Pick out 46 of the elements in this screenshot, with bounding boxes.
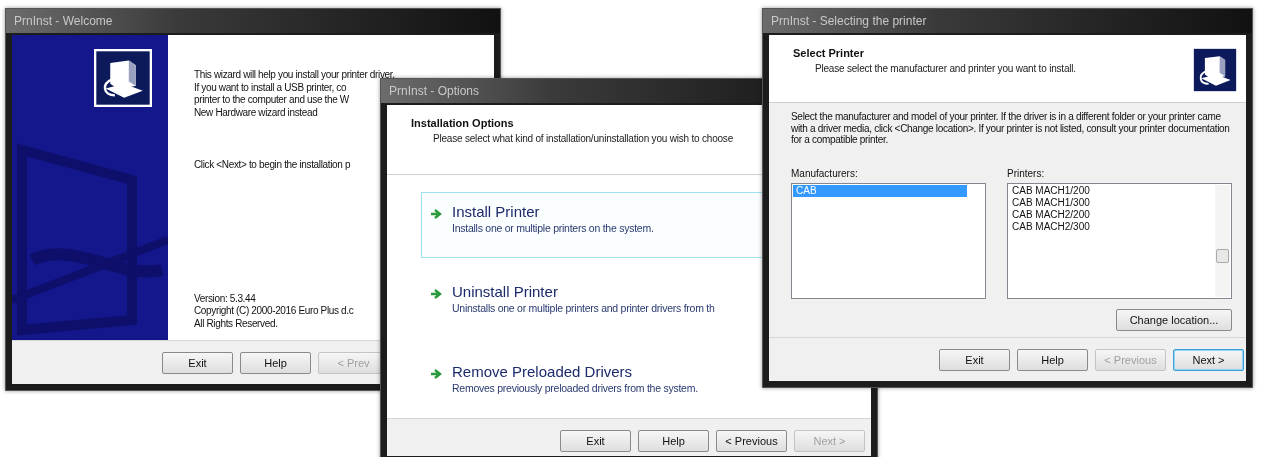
instruction-text: Click <Next> to begin the installation p bbox=[194, 159, 351, 172]
wizard-button[interactable]: Next > bbox=[1173, 348, 1244, 371]
printer-icon bbox=[1192, 47, 1238, 93]
option-title: Install Printer bbox=[452, 203, 541, 220]
printers-list[interactable]: CAB MACH1/200 CAB MACH1/300 CAB MACH2/200 CAB MACH2/300 bbox=[1007, 182, 1232, 299]
window-title: PrnInst - Welcome bbox=[14, 14, 113, 28]
option-description: Removes previously preloaded drivers from the system. bbox=[452, 382, 698, 394]
option-description: Uninstalls one or multiple printers and printer drivers from th bbox=[452, 302, 715, 314]
copyright-text: Copyright (C) 2000-2016 Euro Plus d.c bbox=[194, 305, 354, 318]
page-subheading: Please select the manufacturer and printer you want to install. bbox=[814, 63, 1076, 74]
wizard-button[interactable]: Help bbox=[638, 429, 709, 452]
list-item[interactable]: CAB MACH1/200 bbox=[1009, 184, 1213, 197]
window-title: PrnInst - Options bbox=[389, 84, 480, 98]
option-title: Uninstall Printer bbox=[452, 283, 559, 300]
install-option[interactable]: Remove Preloaded Drivers Removes previously preloaded drivers from the system. bbox=[421, 352, 871, 418]
page-heading: Installation Options bbox=[411, 117, 514, 129]
version-text: Version: 5.3.44 bbox=[194, 292, 256, 305]
wizard-button[interactable]: < Previous bbox=[716, 429, 787, 452]
wizard-button[interactable]: Exit bbox=[939, 348, 1010, 371]
instructions-text: Select the manufacturer and model of your printer. If the driver is in a different folder or your printer came with a driver media, click <Change location>. If your printer is not listed, consult your printer documentation for a compatible printer. bbox=[791, 111, 1231, 146]
arrow-icon bbox=[430, 368, 442, 380]
wizard-button[interactable]: Exit bbox=[560, 429, 631, 452]
list-item[interactable]: CAB MACH2/200 bbox=[1009, 208, 1213, 221]
page-subheading: Please select what kind of installation/uninstallation you wish to choose bbox=[432, 133, 734, 144]
option-description: Installs one or multiple printers on the system. bbox=[452, 222, 654, 234]
window-title: PrnInst - Selecting the printer bbox=[771, 14, 927, 28]
list-label: Printers: bbox=[1007, 167, 1046, 179]
wizard-button[interactable]: Help bbox=[240, 351, 311, 374]
wizard-button[interactable]: Help bbox=[1017, 348, 1088, 371]
list-item[interactable]: CAB MACH2/300 bbox=[1009, 220, 1213, 233]
intro-text: This wizard will help you install your printer driver. bbox=[194, 69, 395, 82]
page-heading: Select Printer bbox=[793, 47, 864, 59]
intro-text: printer to the computer and use the W bbox=[194, 94, 349, 107]
change-location-button[interactable]: Change location... bbox=[1116, 308, 1232, 331]
printer-icon bbox=[94, 49, 152, 107]
intro-text: New Hardware wizard instead bbox=[194, 106, 318, 119]
arrow-icon bbox=[430, 288, 442, 300]
intro-text: If you want to install a USB printer, co bbox=[194, 81, 347, 94]
scrollbar[interactable] bbox=[1215, 184, 1230, 297]
scroll-thumb[interactable] bbox=[1216, 248, 1229, 263]
rights-text: All Rights Reserved. bbox=[194, 317, 278, 330]
arrow-icon bbox=[430, 208, 442, 220]
list-label: Manufacturers: bbox=[791, 167, 859, 179]
list-item[interactable]: CAB MACH1/300 bbox=[1009, 196, 1213, 209]
wizard-button[interactable]: Exit bbox=[162, 351, 233, 374]
option-title: Remove Preloaded Drivers bbox=[452, 363, 634, 380]
